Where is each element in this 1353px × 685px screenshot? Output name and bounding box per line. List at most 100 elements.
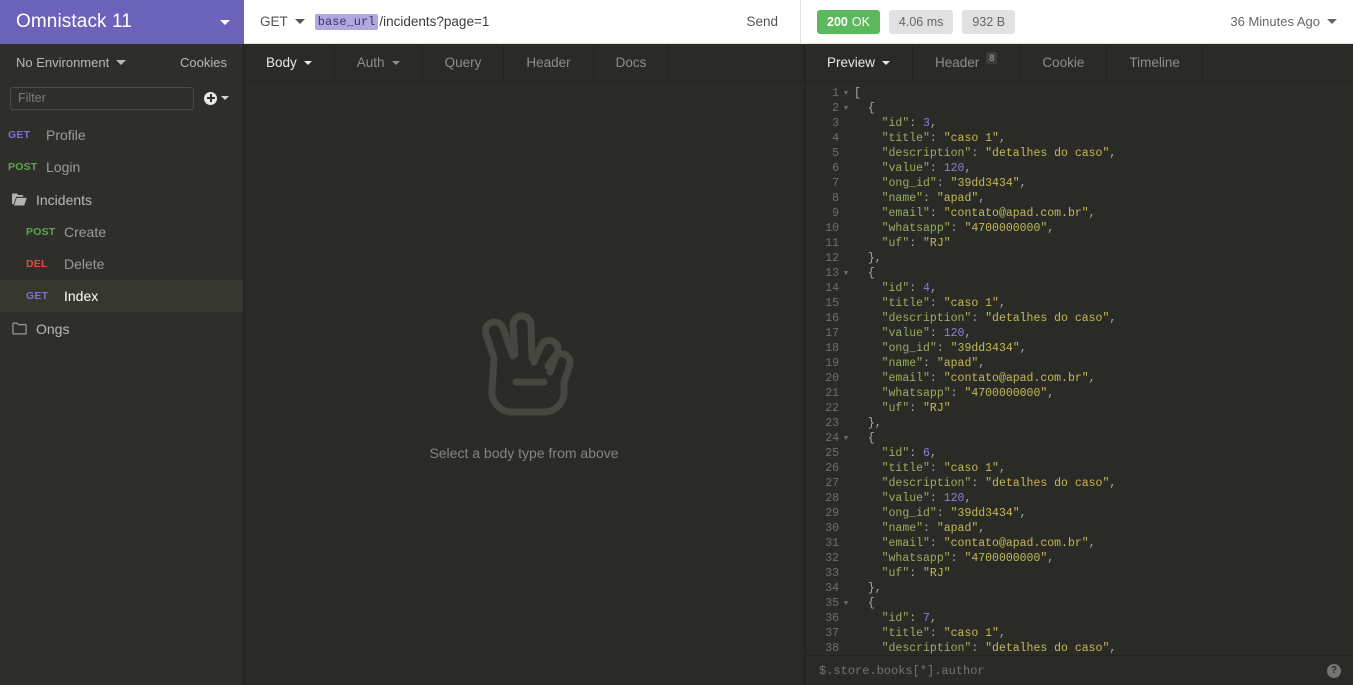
code-line-text: "title": "caso 1", bbox=[881, 297, 1006, 310]
line-number: 8 bbox=[832, 192, 839, 205]
request-pane: Body Auth Query Header Docs Select a body ty… bbox=[244, 44, 805, 685]
request-list: GET Profile POST Login Incidents POST Create DE… bbox=[0, 115, 243, 685]
line-number: 16 bbox=[825, 312, 839, 325]
url-input[interactable]: base_url/incidents?page=1 bbox=[314, 13, 725, 30]
chevron-down-icon bbox=[1327, 19, 1337, 24]
tab-label: Query bbox=[444, 55, 482, 70]
code-line-text: "title": "caso 1", bbox=[881, 132, 1006, 145]
request-name-label: Create bbox=[64, 224, 107, 240]
sidebar-filter-input[interactable] bbox=[10, 86, 194, 110]
tab-request-docs[interactable]: Docs bbox=[594, 44, 670, 81]
line-number: 29 bbox=[825, 507, 839, 520]
line-number: 3 bbox=[832, 117, 839, 130]
line-number: 32 bbox=[825, 552, 839, 565]
environment-dropdown[interactable]: No Environment bbox=[16, 55, 127, 70]
sidebar-request-profile[interactable]: GET Profile bbox=[0, 119, 243, 151]
line-number: 11 bbox=[825, 237, 839, 250]
request-method-label: POST bbox=[26, 226, 56, 238]
code-line: 17 "value": 120, bbox=[805, 326, 1353, 341]
workspace-title: Omnistack 11 bbox=[16, 11, 132, 32]
response-filter-input[interactable] bbox=[819, 663, 1327, 678]
line-number: 14 bbox=[825, 282, 839, 295]
line-number: 22 bbox=[825, 402, 839, 415]
code-line: 27 "description": "detalhes do caso", bbox=[805, 476, 1353, 491]
code-line: 20 "email": "contato@apad.com.br", bbox=[805, 371, 1353, 386]
code-line-text: "name": "apad", bbox=[881, 357, 986, 370]
tab-label: Timeline bbox=[1129, 55, 1180, 70]
sidebar-filter-row bbox=[0, 81, 243, 115]
response-pane: Preview Header 8 Cookie Timeline 1 ▼[2 ▼ {3 "i… bbox=[805, 44, 1353, 685]
code-line: 8 "name": "apad", bbox=[805, 191, 1353, 206]
line-number: 2 bbox=[832, 102, 839, 115]
code-line: 38 "description": "detalhes do caso", bbox=[805, 641, 1353, 655]
tab-request-query[interactable]: Query bbox=[423, 44, 505, 81]
tab-request-header[interactable]: Header bbox=[504, 44, 594, 81]
sidebar-folder-ongs[interactable]: Ongs bbox=[0, 312, 243, 345]
environment-row: No Environment Cookies bbox=[0, 44, 243, 81]
send-button[interactable]: Send bbox=[724, 14, 800, 29]
line-number: 12 bbox=[825, 252, 839, 265]
tab-request-auth[interactable]: Auth bbox=[335, 44, 423, 81]
help-icon[interactable]: ? bbox=[1327, 663, 1341, 678]
code-line: 32 "whatsapp": "4700000000", bbox=[805, 551, 1353, 566]
code-line: 30 "name": "apad", bbox=[805, 521, 1353, 536]
sidebar-folder-incidents[interactable]: Incidents bbox=[0, 183, 243, 216]
code-fold-toggle-icon[interactable]: ▼ bbox=[841, 596, 851, 612]
request-method-label: POST bbox=[8, 161, 38, 173]
code-fold-toggle-icon[interactable]: ▼ bbox=[841, 431, 851, 447]
response-body-viewer[interactable]: 1 ▼[2 ▼ {3 "id": 3, 4 "title": "caso 1", 5 "… bbox=[805, 82, 1353, 655]
code-fold-toggle-icon[interactable]: ▼ bbox=[841, 101, 851, 117]
line-number: 27 bbox=[825, 477, 839, 490]
chevron-down-icon bbox=[391, 60, 400, 65]
line-number: 23 bbox=[825, 417, 839, 430]
status-badge[interactable]: 200 OK bbox=[817, 9, 880, 34]
code-line-text: "uf": "RJ" bbox=[881, 237, 951, 250]
code-line-text: "description": "detalhes do caso", bbox=[881, 312, 1117, 325]
tab-label: Cookie bbox=[1042, 55, 1085, 70]
add-request-button[interactable] bbox=[204, 91, 229, 105]
tab-label: Preview bbox=[827, 55, 876, 70]
tab-response-preview[interactable]: Preview bbox=[805, 44, 914, 81]
line-number: 19 bbox=[825, 357, 839, 370]
folder-open-icon bbox=[12, 193, 27, 206]
sidebar-request-create[interactable]: POST Create bbox=[0, 216, 243, 248]
code-line: 5 "description": "detalhes do caso", bbox=[805, 146, 1353, 161]
tab-label: Header bbox=[526, 55, 571, 70]
code-line: 4 "title": "caso 1", bbox=[805, 131, 1353, 146]
code-line: 11 "uf": "RJ" bbox=[805, 236, 1353, 251]
response-size-badge[interactable]: 932 B bbox=[962, 9, 1016, 34]
cookies-button[interactable]: Cookies bbox=[180, 55, 227, 70]
request-name-label: Index bbox=[64, 288, 99, 304]
tab-request-body[interactable]: Body bbox=[244, 44, 335, 81]
tab-response-header[interactable]: Header 8 bbox=[913, 44, 1021, 81]
request-method-label: GET bbox=[26, 290, 49, 302]
tab-response-timeline[interactable]: Timeline bbox=[1107, 44, 1203, 81]
code-line: 9 "email": "contato@apad.com.br", bbox=[805, 206, 1353, 221]
code-line-text: "name": "apad", bbox=[881, 522, 986, 535]
code-fold-toggle-icon[interactable]: ▼ bbox=[841, 266, 851, 282]
chevron-down-icon bbox=[294, 19, 305, 24]
sidebar-request-login[interactable]: POST Login bbox=[0, 151, 243, 183]
workspace-dropdown[interactable]: Omnistack 11 bbox=[0, 0, 244, 44]
tab-response-cookie[interactable]: Cookie bbox=[1020, 44, 1108, 81]
request-tab-bar: Body Auth Query Header Docs bbox=[244, 44, 804, 82]
code-line-text: "description": "detalhes do caso", bbox=[881, 477, 1117, 490]
response-history-dropdown[interactable]: 36 Minutes Ago bbox=[1230, 14, 1337, 29]
code-fold-toggle-icon[interactable]: ▼ bbox=[841, 86, 851, 102]
tab-label: Body bbox=[266, 55, 297, 70]
chevron-down-icon bbox=[303, 60, 312, 65]
line-number: 4 bbox=[832, 132, 839, 145]
response-time-badge[interactable]: 4.06 ms bbox=[888, 9, 954, 34]
code-line: 35 ▼ { bbox=[805, 596, 1353, 611]
code-line-text: "id": 7, bbox=[881, 612, 937, 625]
code-line: 33 "uf": "RJ" bbox=[805, 566, 1353, 581]
code-line-text: "id": 6, bbox=[881, 447, 937, 460]
sidebar-request-index[interactable]: GET Index bbox=[0, 280, 243, 312]
sidebar-request-delete[interactable]: DEL Delete bbox=[0, 248, 243, 280]
peace-hand-icon bbox=[472, 306, 576, 419]
code-line-text: }, bbox=[867, 252, 882, 265]
code-line: 37 "title": "caso 1", bbox=[805, 626, 1353, 641]
code-line: 16 "description": "detalhes do caso", bbox=[805, 311, 1353, 326]
http-method-dropdown[interactable]: GET bbox=[260, 14, 315, 29]
code-line-text: "ong_id": "39dd3434", bbox=[881, 177, 1027, 190]
